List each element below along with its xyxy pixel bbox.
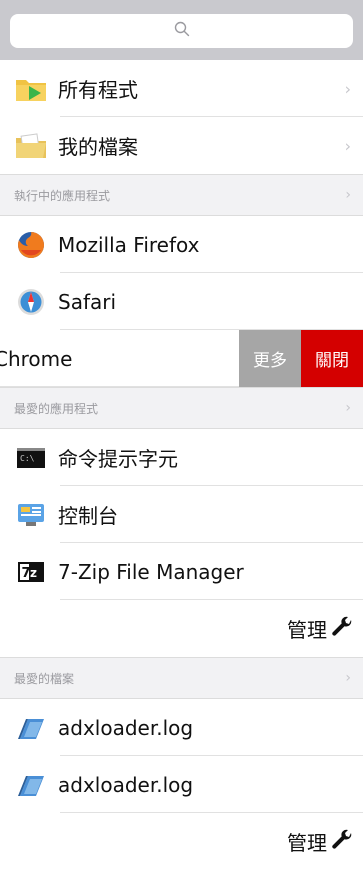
list-item-all-programs[interactable]: 所有程式 › [0, 60, 363, 117]
list-item-chrome-swiped[interactable]: Chrome 更多 關閉 [0, 330, 363, 387]
section-title: 執行中的應用程式 [14, 188, 111, 203]
terminal-icon: C:\ [14, 441, 48, 475]
list-item-label: 我的檔案 [58, 135, 138, 159]
list-item-control-panel[interactable]: 控制台 [0, 486, 363, 543]
chevron-right-icon: › [344, 136, 351, 155]
chevron-right-icon: › [345, 400, 351, 416]
section-title: 最愛的應用程式 [14, 401, 99, 416]
list-item-label: Mozilla Firefox [58, 232, 200, 257]
list-item-file[interactable]: adxloader.log [0, 756, 363, 813]
chevron-right-icon: › [345, 187, 351, 203]
documents-folder-icon [14, 129, 48, 163]
7zip-icon: 7z [14, 555, 48, 589]
log-file-icon [14, 711, 48, 745]
list-item-label-chrome: Chrome [0, 330, 239, 387]
svg-text:C:\: C:\ [20, 454, 35, 463]
list-item-safari[interactable]: Safari [0, 273, 363, 330]
folder-icon [14, 72, 48, 106]
list-item-label: 7-Zip File Manager [58, 559, 244, 584]
list-item-firefox[interactable]: Mozilla Firefox [0, 216, 363, 273]
section-header-favorite-files[interactable]: 最愛的檔案 › [0, 657, 363, 699]
firefox-icon [14, 228, 48, 262]
chevron-right-icon: › [344, 79, 351, 98]
list-item-label: adxloader.log [58, 715, 194, 740]
list-item-label: adxloader.log [58, 772, 194, 797]
control-panel-icon [14, 498, 48, 532]
section-header-favorite-apps[interactable]: 最愛的應用程式 › [0, 387, 363, 429]
log-file-icon [14, 768, 48, 802]
list-item-label: Chrome [0, 346, 73, 371]
svg-text:z: z [30, 566, 37, 580]
list-item-command-prompt[interactable]: C:\ 命令提示字元 [0, 429, 363, 486]
close-app-button[interactable]: 關閉 [301, 330, 363, 387]
list-item-label: 命令提示字元 [58, 447, 178, 471]
search-icon [174, 21, 190, 41]
list-item-my-files[interactable]: 我的檔案 › [0, 117, 363, 174]
manage-label: 管理 [287, 618, 327, 642]
list-item-7zip[interactable]: 7z 7-Zip File Manager [0, 543, 363, 600]
search-bar [0, 0, 363, 60]
wrench-icon [331, 616, 353, 642]
more-button[interactable]: 更多 [239, 330, 301, 387]
safari-icon [14, 285, 48, 319]
list-item-label: Safari [58, 289, 117, 314]
manage-favorite-apps-button[interactable]: 管理 [0, 600, 363, 657]
search-input[interactable] [10, 14, 353, 48]
section-title: 最愛的檔案 [14, 671, 75, 686]
wrench-icon [331, 829, 353, 855]
section-header-running-apps[interactable]: 執行中的應用程式 › [0, 174, 363, 216]
manage-favorite-files-button[interactable]: 管理 [0, 813, 363, 870]
list-item-label: 控制台 [58, 504, 118, 528]
chevron-right-icon: › [345, 670, 351, 686]
list-item-label: 所有程式 [58, 78, 138, 102]
list-item-file[interactable]: adxloader.log [0, 699, 363, 756]
